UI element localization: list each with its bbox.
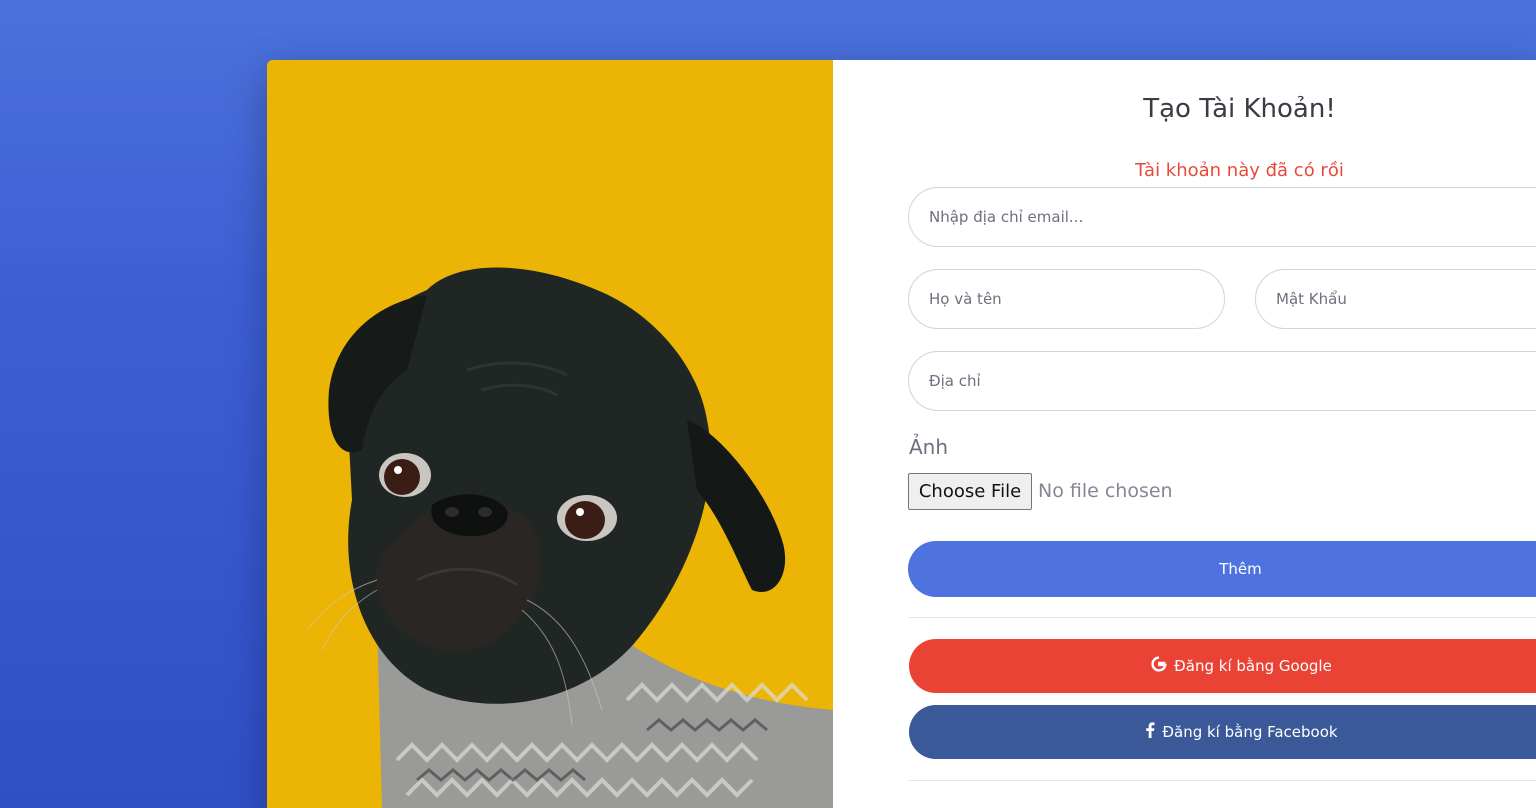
page-title: Tạo Tài Khoản! <box>1143 94 1336 124</box>
google-signup-button[interactable]: Đăng kí bằng Google <box>909 639 1536 693</box>
photo-label: Ảnh <box>909 435 949 459</box>
google-icon <box>1151 656 1167 676</box>
error-message: Tài khoản này đã có rồi <box>1135 160 1344 181</box>
submit-button[interactable]: Thêm <box>908 541 1536 597</box>
register-form: Tạo Tài Khoản! Tài khoản này đã có rồi Ả… <box>833 60 1536 808</box>
submit-button-label: Thêm <box>1219 560 1262 578</box>
facebook-signup-button[interactable]: Đăng kí bằng Facebook <box>909 705 1536 759</box>
register-card: Tạo Tài Khoản! Tài khoản này đã có rồi Ả… <box>267 60 1536 808</box>
divider <box>908 617 1536 618</box>
choose-file-button[interactable]: Choose File <box>908 473 1032 510</box>
address-field[interactable] <box>908 351 1536 411</box>
email-field[interactable] <box>908 187 1536 247</box>
pug-illustration <box>306 267 833 808</box>
facebook-icon <box>1145 722 1155 742</box>
pug-photo <box>267 60 833 808</box>
file-status: No file chosen <box>1038 480 1173 502</box>
google-signup-label: Đăng kí bằng Google <box>1174 657 1332 675</box>
facebook-signup-label: Đăng kí bằng Facebook <box>1162 723 1338 741</box>
password-field[interactable] <box>1255 269 1536 329</box>
divider <box>908 780 1536 781</box>
full-name-field[interactable] <box>908 269 1225 329</box>
